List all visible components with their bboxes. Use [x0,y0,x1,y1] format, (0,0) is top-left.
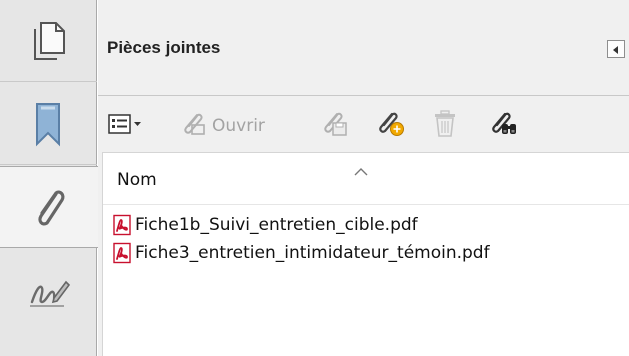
add-attachment-button[interactable] [376,111,406,141]
paperclip-save-icon [320,111,350,141]
file-name: Fiche1b_Suivi_entretien_cible.pdf [135,215,418,235]
sort-ascending-icon [354,161,368,180]
save-attachment-button[interactable] [320,111,350,141]
attachments-list: Nom Fiche1b_Suivi_entretien_cible.pdf Fi… [102,152,629,356]
list-header[interactable]: Nom [103,153,629,205]
paperclip-open-icon [180,111,206,141]
paperclip-icon [30,184,68,230]
bookmark-icon [32,100,66,148]
search-attachment-button[interactable] [490,111,520,141]
rail-signatures-button[interactable] [0,250,97,332]
rail-bookmarks-button[interactable] [0,83,97,165]
pages-icon [29,20,69,62]
list-options-icon [108,114,144,138]
rail-pages-button[interactable] [0,0,97,82]
signature-icon [26,272,72,310]
paperclip-search-icon [490,111,520,141]
panel-header: Pièces jointes [98,0,629,96]
list-item[interactable]: Fiche3_entretien_intimidateur_témoin.pdf [103,239,629,267]
open-attachment-button[interactable]: Ouvrir [180,111,265,141]
column-header-name[interactable]: Nom [117,170,157,190]
delete-attachment-button[interactable] [432,110,458,142]
attachments-panel: Pièces jointes Ouvrir Nom Fiche1b_Suivi_… [98,0,629,356]
options-menu-button[interactable] [108,114,144,138]
attachments-toolbar: Ouvrir [98,96,629,152]
pdf-icon [111,214,133,236]
panel-title: Pièces jointes [107,38,221,57]
list-item[interactable]: Fiche1b_Suivi_entretien_cible.pdf [103,211,629,239]
paperclip-add-icon [376,111,406,141]
pdf-icon [111,242,133,264]
collapse-panel-button[interactable] [607,40,625,58]
rail-attachments-button[interactable] [0,166,98,248]
file-name: Fiche3_entretien_intimidateur_témoin.pdf [135,243,490,263]
triangle-left-icon [612,40,620,59]
open-label: Ouvrir [212,116,265,136]
navigation-rail [0,0,98,356]
trash-icon [432,110,458,142]
